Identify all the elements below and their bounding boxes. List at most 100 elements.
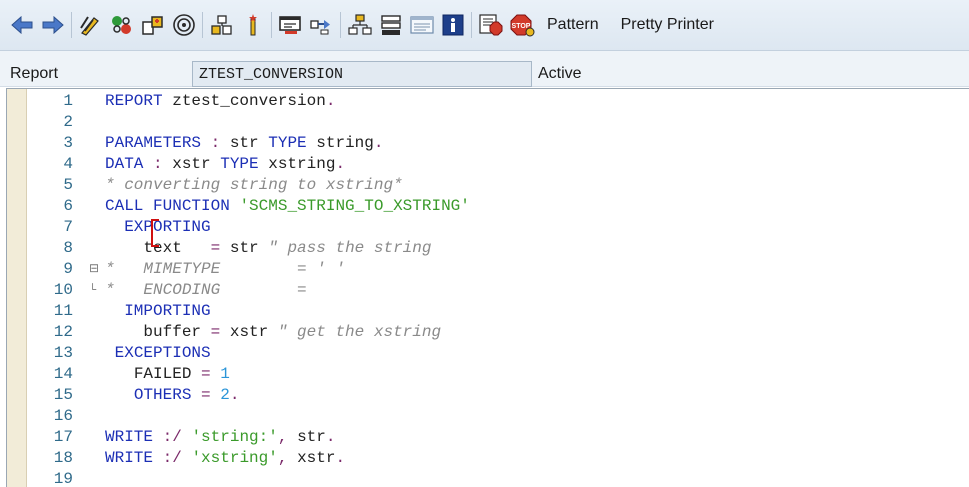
code-line[interactable]: 5 * converting string to xstring* xyxy=(7,175,964,196)
check-icon[interactable] xyxy=(106,10,137,41)
toolbar-separator xyxy=(271,12,272,38)
code-line[interactable]: 17 WRITE :/ 'string:', str. xyxy=(7,427,964,448)
line-number: 9 xyxy=(63,260,73,278)
text-cursor-marker xyxy=(151,219,161,247)
code-token: * converting string to xstring* xyxy=(105,176,403,194)
code-token: WRITE xyxy=(105,449,154,467)
code-line[interactable]: 6 CALL FUNCTION 'SCMS_STRING_TO_XSTRING' xyxy=(7,196,964,217)
collapse-block-icon[interactable]: ⊟ xyxy=(89,259,99,280)
code-token: ztest_conversion xyxy=(162,92,326,110)
code-token: string xyxy=(306,134,374,152)
code-token: = xyxy=(201,365,211,383)
code-token: 'xstring' xyxy=(191,449,278,467)
document-icon[interactable] xyxy=(406,10,437,41)
code-line[interactable]: 4 DATA : xstr TYPE xstring. xyxy=(7,154,964,175)
code-line[interactable]: 2 xyxy=(7,112,964,133)
code-line[interactable]: 11 IMPORTING xyxy=(7,301,964,322)
code-token: . xyxy=(335,449,346,467)
code-token: DATA xyxy=(105,155,144,173)
toolbar-separator xyxy=(71,12,72,38)
code-token: 'string:' xyxy=(191,428,278,446)
code-token: OTHERS xyxy=(133,386,192,404)
code-line[interactable]: 15 OTHERS = 2. xyxy=(7,385,964,406)
line-number: 11 xyxy=(53,302,73,320)
code-token: . xyxy=(373,134,384,152)
set-session-breakpoint-icon[interactable] xyxy=(475,10,506,41)
test-direct-icon[interactable] xyxy=(168,10,199,41)
code-token: * MIMETYPE = ' ' xyxy=(105,260,346,278)
code-token: xstr xyxy=(287,449,336,467)
program-name-field[interactable]: ZTEST_CONVERSION xyxy=(192,61,532,87)
code-token: str xyxy=(287,428,326,446)
code-token: . xyxy=(335,155,346,173)
stop-icon[interactable]: STOP xyxy=(506,10,537,41)
code-line[interactable]: 19 xyxy=(7,469,964,487)
toolbar-separator xyxy=(340,12,341,38)
line-number: 1 xyxy=(63,92,73,110)
forward-arrow-icon[interactable] xyxy=(37,10,68,41)
info-icon[interactable] xyxy=(437,10,468,41)
code-token: " pass the string xyxy=(268,239,432,257)
pattern-button[interactable]: Pattern xyxy=(547,16,599,34)
toolbar-separator xyxy=(202,12,203,38)
object-list-icon[interactable] xyxy=(306,10,337,41)
code-token: IMPORTING xyxy=(124,302,211,320)
line-number: 14 xyxy=(53,365,73,383)
code-token: = xyxy=(210,323,221,341)
back-arrow-icon[interactable] xyxy=(6,10,37,41)
code-line[interactable]: 13 EXCEPTIONS xyxy=(7,343,964,364)
code-line[interactable]: 9 ⊟ * MIMETYPE = ' ' xyxy=(7,259,964,280)
code-token: xstr xyxy=(162,155,221,173)
line-number: 13 xyxy=(53,344,73,362)
display-change-icon[interactable] xyxy=(75,10,106,41)
code-text: WRITE :/ 'xstring', xstr. xyxy=(105,448,345,469)
code-line[interactable]: 18 WRITE :/ 'xstring', xstr. xyxy=(7,448,964,469)
code-line[interactable]: 10 └ * ENCODING = xyxy=(7,280,964,301)
line-number: 7 xyxy=(63,218,73,236)
code-token: FAILED xyxy=(133,365,202,383)
report-label: Report xyxy=(10,65,59,82)
code-line[interactable]: 1 REPORT ztest_conversion. xyxy=(7,91,964,112)
code-token: 'SCMS_STRING_TO_XSTRING' xyxy=(239,197,470,215)
code-line[interactable]: 3 PARAMETERS : str TYPE string. xyxy=(7,133,964,154)
code-token: WRITE xyxy=(105,428,154,446)
code-token: TYPE xyxy=(268,134,307,152)
line-number: 18 xyxy=(53,449,73,467)
code-text: DATA : xstr TYPE xstring. xyxy=(105,154,345,175)
hierarchy-icon[interactable] xyxy=(344,10,375,41)
line-number: 19 xyxy=(53,470,73,487)
status-label: Active xyxy=(538,65,582,82)
activate-icon[interactable] xyxy=(137,10,168,41)
code-token: TYPE xyxy=(220,155,259,173)
line-number: 10 xyxy=(53,281,73,299)
code-line[interactable]: 12 buffer = xstr " get the xstring xyxy=(7,322,964,343)
where-used-icon[interactable] xyxy=(206,10,237,41)
code-line[interactable]: 14 FAILED = 1 xyxy=(7,364,964,385)
code-token: * ENCODING = xyxy=(105,281,307,299)
code-token: EXCEPTIONS xyxy=(114,344,211,362)
code-text: * ENCODING = xyxy=(105,280,307,301)
code-token: :/ xyxy=(153,449,182,467)
line-number: 4 xyxy=(63,155,73,173)
code-token: REPORT xyxy=(105,92,163,110)
set-breakpoint-icon[interactable] xyxy=(237,10,268,41)
line-number: 2 xyxy=(63,113,73,131)
stack-icon[interactable] xyxy=(375,10,406,41)
abap-code-editor[interactable]: 1 REPORT ztest_conversion. 2 3 PARAMETERS : … xyxy=(6,88,969,487)
code-token: = xyxy=(210,239,221,257)
pretty-printer-button[interactable]: Pretty Printer xyxy=(621,16,714,34)
code-token: xstr xyxy=(220,323,278,341)
code-line[interactable]: 16 xyxy=(7,406,964,427)
code-token: 2 xyxy=(220,386,230,404)
navigation-window-icon[interactable] xyxy=(275,10,306,41)
